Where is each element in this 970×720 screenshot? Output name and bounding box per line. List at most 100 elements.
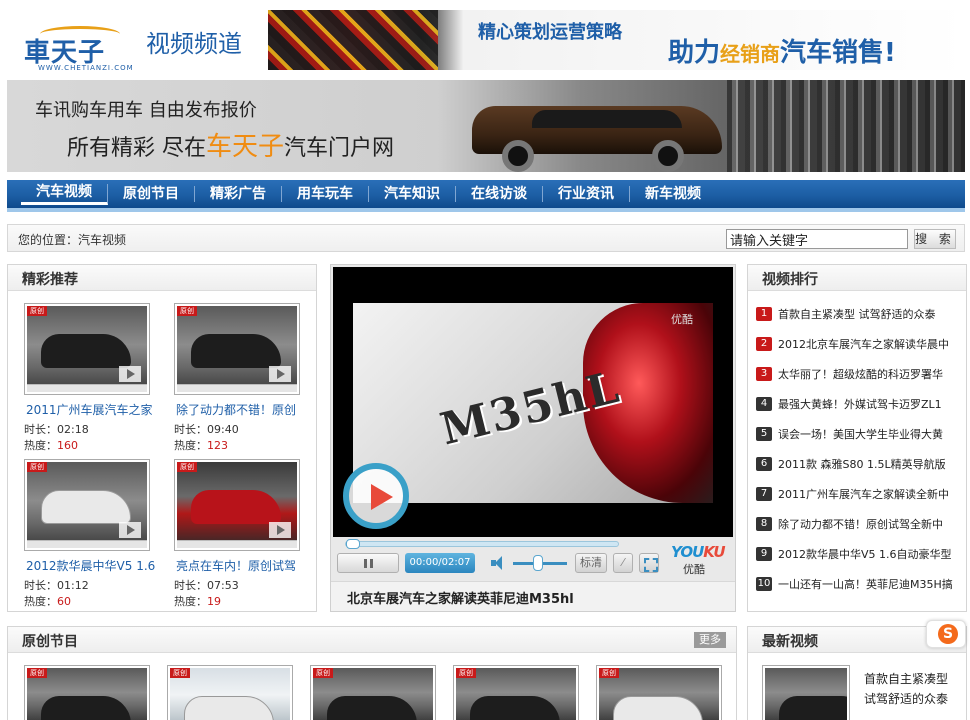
volume-icon[interactable] (491, 556, 507, 570)
thumb-controls (177, 384, 297, 392)
rank-title[interactable]: 首款自主紧凑型 试驾舒适的众泰 (778, 306, 936, 322)
car-image (41, 696, 131, 720)
video-title[interactable]: 2012款华晨中华V5 1.6 (26, 557, 164, 574)
heat-value: 19 (207, 595, 221, 608)
search-button[interactable]: 搜 索 (914, 229, 956, 249)
rank-number: 5 (756, 427, 772, 441)
rank-title[interactable]: 最强大黄蜂！外媒试驾卡迈罗ZL1 (778, 396, 942, 412)
hero-banner[interactable]: 车讯购车用车 自由发布报价 所有精彩 尽在车天子汽车门户网 (7, 80, 965, 172)
banner-headline-b: 经销商 (720, 42, 781, 66)
video-heat: 热度：19 (174, 593, 221, 609)
ranking-item[interactable]: 1 首款自主紧凑型 试驾舒适的众泰 (756, 305, 966, 335)
ranking-item[interactable]: 10 一山还有一山高！英菲尼迪M35H搞 (756, 575, 966, 605)
video-thumbnail[interactable]: 原创 (174, 303, 300, 395)
nav-item-usage[interactable]: 用车玩车 (282, 186, 369, 202)
rank-title[interactable]: 2011广州车展汽车之家解读全新中 (778, 486, 949, 502)
ranking-item[interactable]: 3 太华丽了！超级炫酷的科迈罗署华 (756, 365, 966, 395)
video-watermark: 优酷 (671, 313, 693, 326)
top-ad-banner[interactable]: 精心策划运营策略 助力经销商汽车销售! (268, 10, 966, 70)
latest-video-title[interactable]: 首款自主紧凑型 试驾舒适的众泰 (864, 669, 960, 709)
nav-item-interview[interactable]: 在线访谈 (456, 186, 543, 202)
video-screen[interactable]: M35hL 优酷 (333, 267, 733, 537)
youku-logo[interactable]: YOUKU 优酷 (671, 541, 731, 576)
nav-item-new-car[interactable]: 新车视频 (630, 186, 716, 202)
video-thumbnail[interactable]: 原创 (596, 665, 722, 720)
video-title[interactable]: 亮点在车内！原创试驾 (176, 557, 314, 574)
more-button[interactable]: 更多 (694, 632, 726, 648)
search-input[interactable] (726, 229, 908, 249)
rank-title[interactable]: 2012北京车展汽车之家解读华晨中 (778, 336, 949, 352)
video-thumbnail[interactable]: 原创 (24, 303, 150, 395)
video-duration: 时长：09:40 (174, 423, 239, 436)
rank-number: 1 (756, 307, 772, 321)
video-thumbnail[interactable]: 原创 (453, 665, 579, 720)
ranking-item[interactable]: 7 2011广州车展汽车之家解读全新中 (756, 485, 966, 515)
thumb-tag: 原创 (177, 306, 197, 316)
hero-slogan-2a: 所有精彩 尽在 (67, 136, 206, 161)
nav-item-ads[interactable]: 精彩广告 (195, 186, 282, 202)
rank-title[interactable]: 2012款华晨中华V5 1.6自动豪华型 (778, 546, 952, 562)
ranking-item[interactable]: 4 最强大黄蜂！外媒试驾卡迈罗ZL1 (756, 395, 966, 425)
volume-knob[interactable] (533, 555, 543, 571)
panel-title: 视频排行 (762, 272, 818, 288)
heat-label: 热度： (24, 595, 57, 608)
progress-knob[interactable] (346, 539, 360, 549)
breadcrumb: 您的位置：汽车视频 (18, 233, 127, 247)
youku-logo-text: YOUKU (671, 543, 726, 561)
video-title[interactable]: 除了动力都不错！原创 (176, 401, 314, 418)
video-thumbnail[interactable] (762, 665, 850, 720)
video-thumbnail[interactable]: 原创 (167, 665, 293, 720)
play-icon (269, 522, 291, 538)
rank-number: 4 (756, 397, 772, 411)
hero-slogan-1: 车讯购车用车 自由发布报价 (35, 100, 257, 121)
main-nav: 汽车视频 原创节目 精彩广告 用车玩车 汽车知识 在线访谈 行业资讯 新车视频 (7, 180, 965, 212)
rank-title[interactable]: 2011款 森雅S80 1.5L精英导航版 (778, 456, 946, 472)
heat-value: 123 (207, 439, 228, 452)
ranking-item[interactable]: 6 2011款 森雅S80 1.5L精英导航版 (756, 455, 966, 485)
big-play-icon[interactable] (343, 463, 409, 529)
ranking-item[interactable]: 2 2012北京车展汽车之家解读华晨中 (756, 335, 966, 365)
video-duration: 时长：01:12 (24, 579, 89, 592)
thumb-tag: 原创 (313, 668, 333, 678)
ranking-item[interactable]: 5 误会一场！美国大学生毕业得大黄 (756, 425, 966, 455)
nav-item-original[interactable]: 原创节目 (108, 186, 195, 202)
car-image (191, 334, 281, 368)
nav-item-car-video[interactable]: 汽车视频 (21, 183, 108, 205)
quality-button[interactable]: 标清 (575, 553, 607, 573)
sogou-input-icon[interactable] (926, 620, 966, 648)
video-title[interactable]: 2011广州车展汽车之家 (26, 401, 164, 418)
rank-number: 9 (756, 547, 772, 561)
thumb-tag: 原创 (177, 462, 197, 472)
video-thumbnail[interactable]: 原创 (174, 459, 300, 551)
heat-value: 60 (57, 595, 71, 608)
rank-title[interactable]: 太华丽了！超级炫酷的科迈罗署华 (778, 366, 943, 382)
video-thumbnail[interactable]: 原创 (310, 665, 436, 720)
video-thumbnail[interactable]: 原创 (24, 665, 150, 720)
video-heat: 热度：123 (174, 437, 228, 453)
recommend-panel: 精彩推荐 原创 2011广州车展汽车之家 时长：02:18 热度：160 原创 … (7, 264, 317, 612)
car-image (613, 696, 703, 720)
nav-item-industry[interactable]: 行业资讯 (543, 186, 630, 202)
original-panel: 原创节目 更多 原创 原创 原创 原创 原创 (7, 626, 737, 720)
panel-header: 精彩推荐 (8, 265, 316, 291)
heat-value: 160 (57, 439, 78, 452)
ranking-list: 1 首款自主紧凑型 试驾舒适的众泰 2 2012北京车展汽车之家解读华晨中 3 太华丽… (756, 305, 966, 605)
rank-title[interactable]: 误会一场！美国大学生毕业得大黄 (778, 426, 943, 442)
ranking-item[interactable]: 8 除了动力都不错！原创试驾全新中 (756, 515, 966, 545)
video-thumbnail[interactable]: 原创 (24, 459, 150, 551)
light-icon[interactable]: ⁄ (613, 553, 633, 573)
rank-title[interactable]: 一山还有一山高！英菲尼迪M35H搞 (778, 576, 953, 592)
site-logo[interactable]: 車天子 WWW.CHETIANZI.COM (10, 14, 140, 72)
progress-bar[interactable] (345, 539, 619, 549)
ranking-item[interactable]: 9 2012款华晨中华V5 1.6自动豪华型 (756, 545, 966, 575)
nav-item-knowledge[interactable]: 汽车知识 (369, 186, 456, 202)
car-window (532, 110, 682, 128)
rank-title[interactable]: 除了动力都不错！原创试驾全新中 (778, 516, 943, 532)
rank-number: 3 (756, 367, 772, 381)
panel-title: 最新视频 (762, 634, 818, 650)
rank-number: 2 (756, 337, 772, 351)
play-icon (119, 522, 141, 538)
pause-button[interactable] (337, 553, 399, 573)
banner-headline-c: 汽车销售! (780, 38, 896, 68)
fullscreen-icon[interactable] (639, 553, 659, 573)
